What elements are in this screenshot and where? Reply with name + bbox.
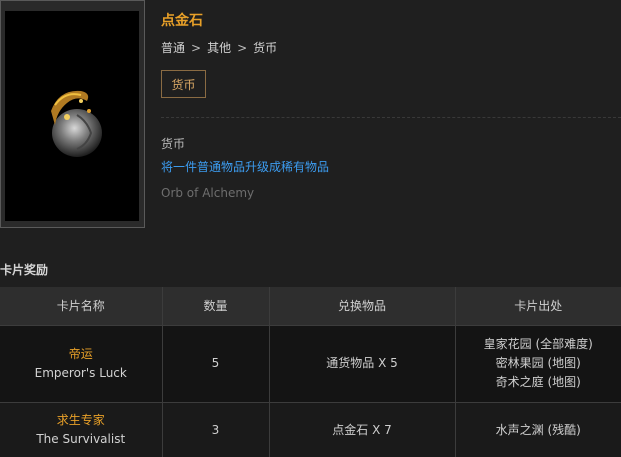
breadcrumb-item[interactable]: 货币 <box>253 41 277 55</box>
table-header-row: 卡片名称 数量 兑换物品 卡片出处 <box>0 287 621 326</box>
reward-cell: 点金石 X 7 <box>269 402 456 457</box>
source-item: 密林果园 (地图) <box>495 356 581 370</box>
source-cell: 皇家花园 (全部难度) 密林果园 (地图) 奇术之庭 (地图) <box>455 325 621 403</box>
breadcrumb-item[interactable]: 普通 <box>161 41 185 55</box>
breadcrumb-item[interactable]: 其他 <box>207 41 231 55</box>
quantity-cell: 3 <box>162 402 270 457</box>
breadcrumb: 普通 > 其他 > 货币 <box>161 39 277 56</box>
breadcrumb-separator: > <box>191 41 202 55</box>
item-title: 点金石 <box>161 13 203 29</box>
reward-cell: 通货物品 X 5 <box>269 325 456 403</box>
source-cell: 水声之渊 (残酷) <box>455 402 621 457</box>
item-image <box>5 11 139 221</box>
table-row: 求生专家 The Survivalist 3 点金石 X 7 水声之渊 (残酷) <box>0 402 621 457</box>
card-rewards-table: 卡片名称 数量 兑换物品 卡片出处 帝运 Emperor's Luck 5 通货… <box>0 287 621 457</box>
column-header-reward: 兑换物品 <box>269 287 456 326</box>
column-header-quantity: 数量 <box>162 287 270 326</box>
column-header-card-name: 卡片名称 <box>0 287 163 326</box>
source-item: 皇家花园 (全部难度) <box>483 337 593 351</box>
divider <box>161 117 621 118</box>
breadcrumb-separator: > <box>237 41 248 55</box>
card-name-link[interactable]: 帝运 <box>0 345 162 364</box>
source-item: 水声之渊 (残酷) <box>495 422 581 437</box>
quantity-cell: 5 <box>162 325 270 403</box>
card-name-link[interactable]: 求生专家 <box>0 411 162 430</box>
item-type: 货币 <box>161 137 186 151</box>
item-english-name: Orb of Alchemy <box>161 186 255 200</box>
item-image-frame <box>0 0 145 228</box>
source-item: 奇术之庭 (地图) <box>495 375 581 389</box>
card-english-name: The Survivalist <box>36 432 126 446</box>
card-name-cell: 求生专家 The Survivalist <box>0 402 163 457</box>
table-row: 帝运 Emperor's Luck 5 通货物品 X 5 皇家花园 (全部难度)… <box>0 325 621 403</box>
card-english-name: Emperor's Luck <box>34 365 127 380</box>
orb-of-alchemy-icon <box>51 90 102 157</box>
item-description: 将一件普通物品升级成稀有物品 <box>161 160 330 174</box>
category-tag[interactable]: 货币 <box>161 70 206 98</box>
card-name-cell: 帝运 Emperor's Luck <box>0 325 163 403</box>
column-header-source: 卡片出处 <box>455 287 621 326</box>
section-title: 卡片奖励 <box>0 263 49 277</box>
